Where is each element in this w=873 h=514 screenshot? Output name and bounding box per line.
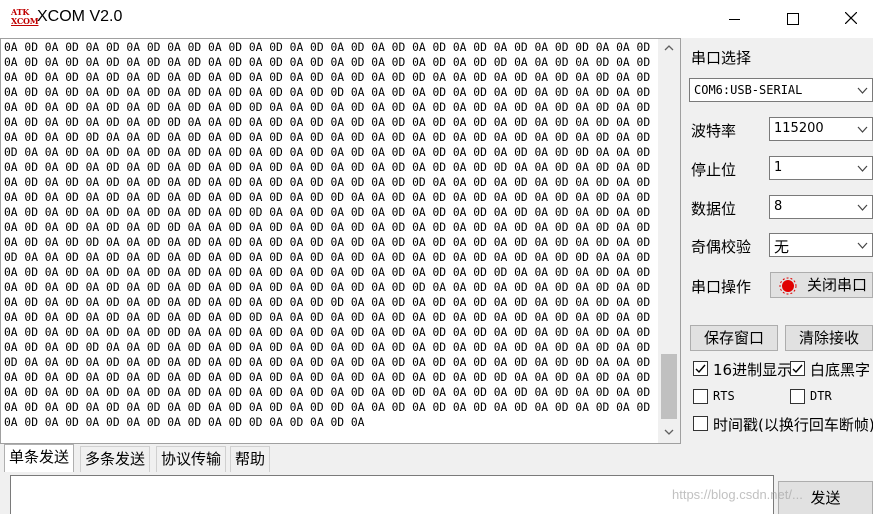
tab-protocol[interactable]: 协议传输 [156, 446, 227, 472]
send-input[interactable] [10, 475, 774, 514]
dtr-checkbox[interactable] [790, 389, 805, 404]
port-op-label: 串口操作 [691, 278, 752, 296]
led-indicator-icon [779, 277, 797, 295]
tab-single-send[interactable]: 单条发送 [4, 444, 75, 472]
chevron-down-icon [857, 87, 868, 94]
receive-text[interactable]: 0A 0D 0A 0D 0A 0D 0A 0D 0A 0D 0A 0D 0A 0… [4, 40, 656, 442]
receive-area[interactable]: 0A 0D 0A 0D 0A 0D 0A 0D 0A 0D 0A 0D 0A 0… [0, 38, 681, 444]
white-black-label: 白底黑字 [810, 361, 871, 379]
scroll-down-icon[interactable] [658, 424, 680, 442]
chevron-down-icon [857, 126, 868, 133]
data-bits-value: 8 [774, 199, 783, 214]
window-title: XCOM V2.0 [37, 8, 123, 25]
scrollbar-thumb[interactable] [661, 354, 677, 419]
hex-display-label: 16进制显示 [713, 361, 793, 379]
data-bits-label: 数据位 [691, 200, 737, 218]
stop-bits-value: 1 [774, 160, 783, 175]
port-select[interactable]: COM6:USB-SERIAL [689, 78, 873, 102]
parity-label: 奇偶校验 [691, 238, 752, 256]
timestamp-label: 时间戳(以换行回车断帧) [713, 416, 873, 434]
white-black-checkbox[interactable] [790, 361, 805, 376]
parity-value: 无 [774, 238, 790, 256]
close-button[interactable] [822, 0, 873, 38]
checkmark-icon [695, 364, 706, 374]
chevron-down-icon [857, 165, 868, 172]
stop-bits-label: 停止位 [691, 161, 737, 179]
scroll-up-icon[interactable] [658, 40, 680, 58]
app-logo: ATK XCOM [11, 8, 39, 28]
settings-panel: 串口选择 COM6:USB-SERIAL 波特率 115200 停止位 1 数据… [681, 38, 873, 444]
close-icon [845, 12, 857, 24]
checkmark-icon [792, 364, 803, 374]
send-panel: 单条发送 多条发送 协议传输 帮助 发送 https://blog.csdn.n… [0, 444, 873, 514]
tab-help[interactable]: 帮助 [230, 446, 271, 472]
dtr-label: DTR [810, 389, 832, 403]
baud-select[interactable]: 115200 [769, 117, 873, 141]
port-select-label: 串口选择 [691, 49, 752, 67]
minimize-button[interactable] [707, 0, 763, 38]
chevron-down-icon [857, 242, 868, 249]
chevron-down-icon [857, 204, 868, 211]
parity-select[interactable]: 无 [769, 233, 873, 257]
stop-bits-select[interactable]: 1 [769, 156, 873, 180]
rts-checkbox[interactable] [693, 389, 708, 404]
save-window-button[interactable]: 保存窗口 [690, 325, 778, 351]
tab-multi-send[interactable]: 多条发送 [80, 446, 151, 472]
timestamp-checkbox[interactable] [693, 416, 708, 431]
close-port-label: 关闭串口 [807, 276, 868, 294]
title-bar: ATK XCOM XCOM V2.0 [0, 0, 873, 38]
baud-label: 波特率 [691, 122, 737, 140]
vertical-scrollbar[interactable] [658, 39, 680, 443]
close-port-button[interactable]: 关闭串口 [770, 272, 873, 298]
rts-label: RTS [713, 389, 735, 403]
watermark: https://blog.csdn.net/... [672, 487, 803, 502]
baud-value: 115200 [774, 121, 824, 136]
maximize-button[interactable] [764, 0, 820, 38]
data-bits-select[interactable]: 8 [769, 195, 873, 219]
port-select-value: COM6:USB-SERIAL [694, 83, 803, 97]
app-logo-bottom: XCOM [11, 16, 39, 26]
clear-receive-button[interactable]: 清除接收 [785, 325, 873, 351]
hex-display-checkbox[interactable] [693, 361, 708, 376]
